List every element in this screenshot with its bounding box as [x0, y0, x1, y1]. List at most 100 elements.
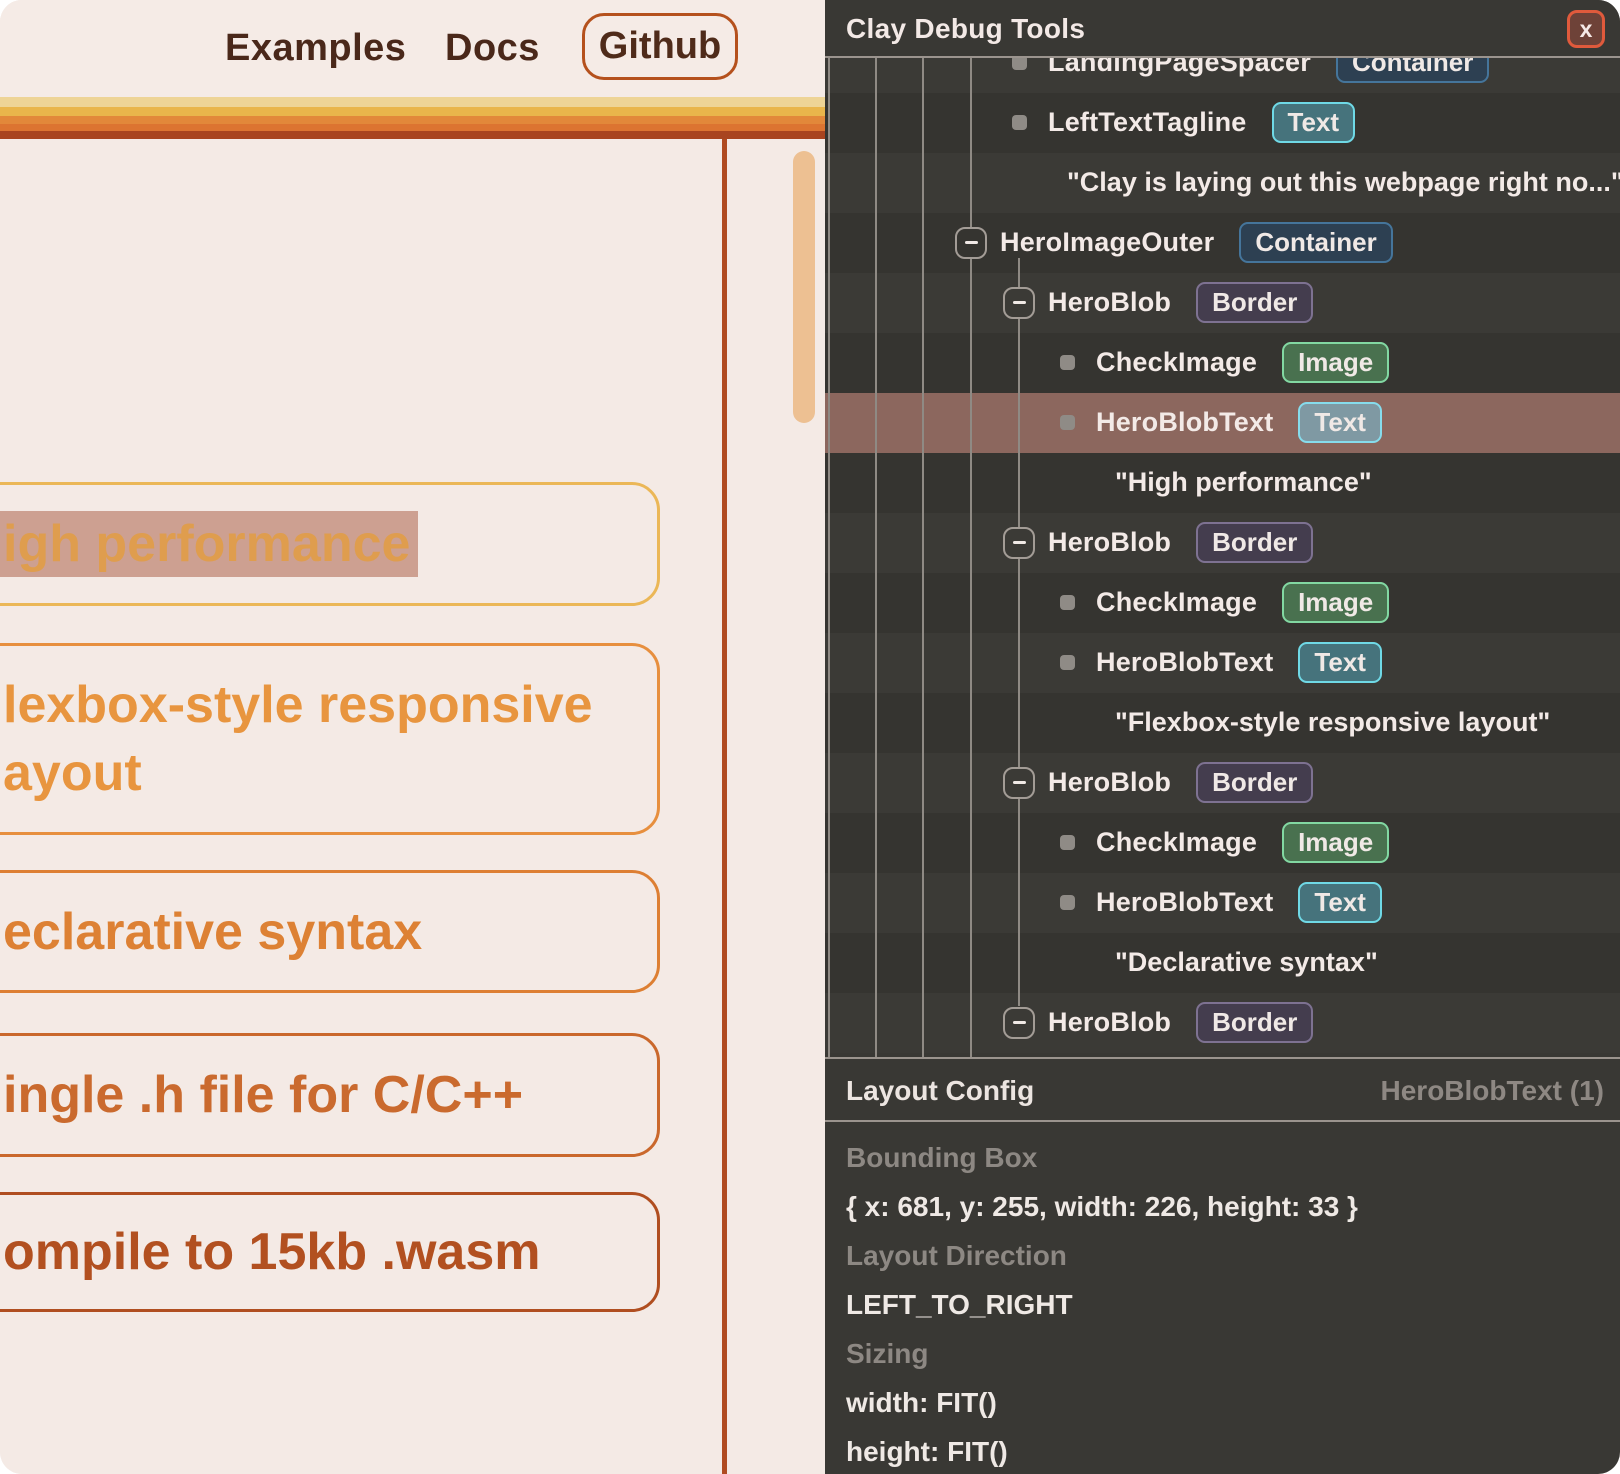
leaf-bullet-icon — [1060, 355, 1075, 370]
clay-debug-panel: LandingPageSpacer Container LeftTextTaglin… — [825, 0, 1620, 1474]
minus-icon — [1013, 781, 1026, 784]
marker-slot — [1051, 647, 1083, 679]
tree-row-landingpagespacer[interactable]: LandingPageSpacer Container — [825, 58, 1620, 93]
marker-slot — [1051, 887, 1083, 919]
tree-row-heroblob[interactable]: HeroBlob Border — [825, 273, 1620, 333]
header-separator — [825, 56, 1620, 58]
tree-row-heroblobtext[interactable]: HeroBlobText Text — [825, 873, 1620, 933]
page-scrollbar-thumb[interactable] — [793, 151, 815, 423]
tree-text-preview-row[interactable]: "Declarative syntax" — [825, 933, 1620, 993]
collapse-button[interactable] — [1003, 527, 1035, 559]
feature-card-text: lexbox-style responsive — [3, 671, 657, 739]
element-type-badge: Border — [1196, 522, 1313, 563]
tree-row-checkimage[interactable]: CheckImage Image — [825, 573, 1620, 633]
tree-row-heroimageouter[interactable]: HeroImageOuter Container — [825, 213, 1620, 273]
github-button[interactable]: Github — [582, 13, 738, 80]
element-type-badge: Text — [1272, 102, 1356, 143]
marker-slot — [1003, 287, 1035, 319]
feature-card-text: ayout — [3, 739, 657, 807]
layout-config-props: Bounding Box{ x: 681, y: 255, width: 226… — [846, 1133, 1606, 1474]
layout-config-header: Layout Config HeroBlobText (1) — [825, 1059, 1620, 1120]
feature-card: ingle .h file for C/C++ — [0, 1033, 660, 1157]
marker-slot — [1051, 407, 1083, 439]
nav-link-examples[interactable]: Examples — [225, 27, 406, 70]
page-divider-line — [722, 139, 727, 1474]
text-content-preview: "High performance" — [1115, 467, 1372, 498]
element-name-label: CheckImage — [1096, 347, 1257, 378]
collapse-button[interactable] — [955, 227, 987, 259]
marker-slot — [1003, 107, 1035, 139]
element-type-badge: Border — [1196, 762, 1313, 803]
element-name-label: CheckImage — [1096, 827, 1257, 858]
prop-section-label: Sizing — [846, 1329, 1606, 1378]
element-type-badge: Border — [1196, 282, 1313, 323]
marker-slot — [955, 227, 987, 259]
tree-row-heroblob[interactable]: HeroBlob Border — [825, 513, 1620, 573]
prop-value: height: FIT() — [846, 1427, 1606, 1474]
marker-slot — [1051, 347, 1083, 379]
minus-icon — [1013, 1021, 1026, 1024]
prop-value: LEFT_TO_RIGHT — [846, 1280, 1606, 1329]
feature-card-text: eclarative syntax — [3, 898, 657, 966]
marker-slot — [1003, 58, 1035, 79]
minus-icon — [1013, 301, 1026, 304]
element-type-badge: Container — [1239, 222, 1392, 263]
marker-slot — [1003, 767, 1035, 799]
element-type-badge: Border — [1196, 1002, 1313, 1043]
collapse-button[interactable] — [1003, 767, 1035, 799]
props-separator — [825, 1120, 1620, 1122]
feature-card: ompile to 15kb .wasm — [0, 1192, 660, 1312]
tree-row-heroblobtext[interactable]: HeroBlobTextText — [825, 633, 1620, 693]
element-name-label: LeftTextTagline — [1048, 107, 1247, 138]
tree-separator — [825, 1057, 1620, 1059]
element-type-badge: Text — [1298, 642, 1382, 683]
tree-text-preview-row[interactable]: "Clay is laying out this webpage right n… — [825, 153, 1620, 213]
tree-row-checkimage[interactable]: CheckImage Image — [825, 813, 1620, 873]
leaf-bullet-icon — [1060, 655, 1075, 670]
prop-section-label: Bounding Box — [846, 1133, 1606, 1182]
leaf-bullet-icon — [1060, 415, 1075, 430]
feature-card-text: ompile to 15kb .wasm — [3, 1218, 657, 1286]
marker-slot — [1051, 587, 1083, 619]
element-name-label: HeroBlob — [1048, 527, 1171, 558]
prop-section-label: Layout Direction — [846, 1231, 1606, 1280]
app-window: Examples Docs Github igh performancelexb… — [0, 0, 1620, 1474]
debug-panel-header: Clay Debug Tools — [825, 0, 1620, 56]
nav-link-docs[interactable]: Docs — [445, 27, 540, 70]
element-name-label: HeroBlobText — [1096, 887, 1273, 918]
element-name-label: HeroImageOuter — [1000, 227, 1214, 258]
tree-row-heroblobtext[interactable]: HeroBlobTextText — [825, 393, 1620, 453]
element-type-badge: Image — [1282, 822, 1389, 863]
tree-row-lefttexttagline[interactable]: LeftTextTagline Text — [825, 93, 1620, 153]
tree-row-heroblob[interactable]: HeroBlob Border — [825, 993, 1620, 1053]
element-name-label: HeroBlob — [1048, 287, 1171, 318]
tree-text-preview-row[interactable]: "Flexbox-style responsive layout" — [825, 693, 1620, 753]
text-content-preview: "Clay is laying out this webpage right n… — [1067, 167, 1620, 198]
tree-text-preview-row[interactable]: "High performance" — [825, 453, 1620, 513]
marker-slot — [1051, 827, 1083, 859]
debug-panel-title: Clay Debug Tools — [846, 13, 1085, 45]
prop-value: width: FIT() — [846, 1378, 1606, 1427]
leaf-bullet-icon — [1060, 895, 1075, 910]
marker-slot — [1003, 527, 1035, 559]
tree-row-heroblob[interactable]: HeroBlobBorder — [825, 753, 1620, 813]
close-button[interactable]: x — [1567, 10, 1605, 48]
element-type-badge: Container — [1336, 58, 1489, 83]
leaf-bullet-icon — [1060, 595, 1075, 610]
element-name-label: HeroBlobText — [1096, 407, 1273, 438]
element-name-label: HeroBlob — [1048, 1007, 1171, 1038]
collapse-button[interactable] — [1003, 1007, 1035, 1039]
minus-icon — [1013, 541, 1026, 544]
tree-row-checkimage[interactable]: CheckImage Image — [825, 333, 1620, 393]
feature-card-text: ingle .h file for C/C++ — [3, 1061, 657, 1129]
feature-card: lexbox-style responsiveayout — [0, 643, 660, 835]
selected-element-label: HeroBlobText (1) — [1381, 1075, 1605, 1107]
element-type-badge: Image — [1282, 342, 1389, 383]
collapse-button[interactable] — [1003, 287, 1035, 319]
minus-icon — [965, 241, 978, 244]
element-name-label: LandingPageSpacer — [1048, 58, 1311, 78]
element-type-badge: Text — [1298, 882, 1382, 923]
prop-value: { x: 681, y: 255, width: 226, height: 33… — [846, 1182, 1606, 1231]
element-type-badge: Image — [1282, 582, 1389, 623]
element-name-label: CheckImage — [1096, 587, 1257, 618]
